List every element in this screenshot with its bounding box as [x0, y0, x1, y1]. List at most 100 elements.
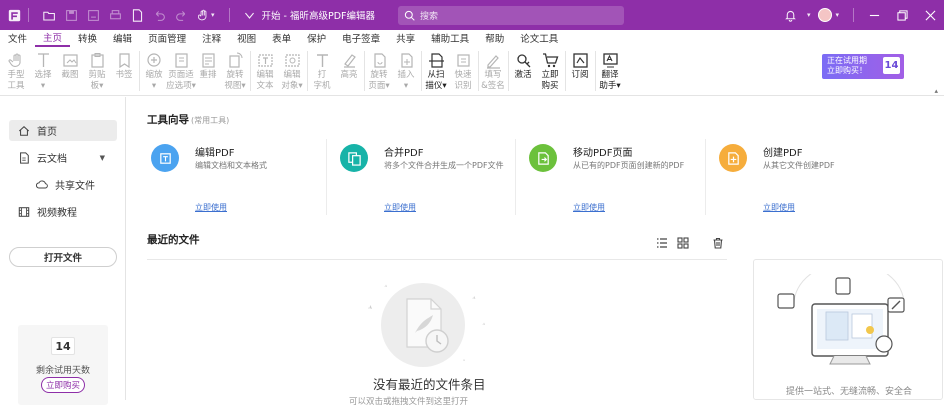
ribbon-button-label: 编辑 对象▾ — [281, 70, 303, 91]
account-caret[interactable]: ▾ — [835, 11, 839, 19]
ribbon-button[interactable]: 旋转 视图▾ — [222, 47, 248, 95]
redo-icon[interactable] — [173, 7, 189, 23]
sidebar-item-label: 首页 — [37, 127, 57, 138]
use-now-link[interactable]: 立即使用 — [195, 202, 227, 213]
bell-icon[interactable] — [783, 7, 799, 23]
menu-item[interactable]: 编辑 — [105, 31, 140, 47]
menu-item[interactable]: 视图 — [229, 31, 264, 47]
ribbon-button[interactable]: 填写 &签名 — [480, 47, 506, 95]
edit-object-icon — [282, 51, 302, 69]
list-view-icon[interactable] — [655, 236, 669, 250]
close-button[interactable] — [916, 0, 944, 30]
menu-item[interactable]: 论文工具 — [512, 31, 566, 47]
fit-page-icon — [171, 51, 191, 69]
open-file-button[interactable]: 打开文件 — [9, 247, 117, 267]
ribbon-button-label: 旋转 视图▾ — [224, 70, 246, 91]
menu-item[interactable]: 页面管理 — [140, 31, 194, 47]
expand-caret-icon[interactable]: ▼ — [100, 154, 105, 162]
sidebar-item-video-tutorials[interactable]: 视频教程 — [9, 201, 117, 222]
sidebar-item-cloud-docs[interactable]: 云文档 ▼ — [9, 147, 117, 168]
tool-card[interactable]: 创建PDF 从其它文件创建PDF 立即使用 — [715, 142, 895, 217]
minimize-button[interactable] — [860, 0, 888, 30]
tool-card[interactable]: 编辑PDF 编辑文档和文本格式 立即使用 — [147, 142, 327, 217]
quick-access-icon[interactable] — [242, 7, 258, 23]
new-doc-icon[interactable] — [129, 7, 145, 23]
subscribe-icon — [570, 51, 590, 69]
use-now-link[interactable]: 立即使用 — [573, 202, 605, 213]
ribbon-button[interactable]: 插入 ▾ — [393, 47, 419, 95]
ribbon-collapse-icon[interactable]: ▴ — [934, 87, 938, 95]
grid-view-icon[interactable] — [676, 236, 690, 250]
tool-title: 移动PDF页面 — [573, 148, 633, 159]
menu-item[interactable]: 帮助 — [477, 31, 512, 47]
edit-text-icon — [255, 51, 275, 69]
menu-item[interactable]: 转换 — [70, 31, 105, 47]
menu-item[interactable]: 保护 — [299, 31, 334, 47]
tool-description: 编辑文档和文本格式 — [195, 161, 267, 170]
use-now-link[interactable]: 立即使用 — [763, 202, 795, 213]
ribbon-button[interactable]: 选择 ▾ — [30, 47, 56, 95]
restore-icon — [896, 9, 908, 21]
home-content: 工具向导 (常用工具) 编辑PDF 编辑文档和文本格式 立即使用 合并PDF 将多个文件合… — [127, 97, 944, 407]
divider — [364, 51, 365, 91]
menu-item[interactable]: 辅助工具 — [423, 31, 477, 47]
ribbon-button[interactable]: 重排 — [195, 47, 221, 95]
ribbon-button[interactable]: 手型 工具 — [3, 47, 29, 95]
trash-icon[interactable] — [711, 236, 725, 250]
ribbon-button-label: 激活 — [514, 70, 532, 80]
ribbon-button[interactable]: 打 字机 — [309, 47, 335, 95]
undo-icon[interactable] — [151, 7, 167, 23]
ribbon-button[interactable]: 翻译 助手▾ — [597, 47, 623, 95]
hand-tool-caret[interactable]: ▾ — [211, 11, 215, 19]
ribbon-button[interactable]: 从扫 描仪▾ — [423, 47, 449, 95]
menu-item[interactable]: 共享 — [388, 31, 423, 47]
empty-state-subtitle: 可以双击或拖拽文件到这里打开 — [349, 397, 469, 407]
menu-item[interactable]: 电子签章 — [334, 31, 388, 47]
menu-item[interactable]: 注释 — [194, 31, 229, 47]
sidebar-item-shared-files[interactable]: 共享文件 — [9, 174, 117, 195]
ribbon-button[interactable]: 激活 — [510, 47, 536, 95]
reflow-icon — [198, 51, 218, 69]
ribbon-button[interactable]: 立即 购买 — [537, 47, 563, 95]
empty-folder-illustration — [368, 283, 485, 367]
restore-button[interactable] — [888, 0, 916, 30]
search-input[interactable]: 搜索 — [398, 6, 624, 25]
avatar[interactable] — [818, 8, 833, 22]
menu-item[interactable]: 文件 — [0, 31, 35, 47]
cloud-doc-icon — [17, 151, 31, 165]
ribbon-button[interactable]: 快速 识别 — [450, 47, 476, 95]
ribbon-button[interactable]: 书签 — [111, 47, 137, 95]
divider — [28, 8, 29, 22]
tool-card[interactable]: 合并PDF 将多个文件合并生成一个PDF文件 立即使用 — [336, 142, 516, 217]
use-now-link[interactable]: 立即使用 — [384, 202, 416, 213]
ribbon-button[interactable]: 编辑 文本 — [252, 47, 278, 95]
ribbon-button[interactable]: 缩放 ▾ — [141, 47, 167, 95]
tool-card[interactable]: 移动PDF页面 从已有的PDF页面创建新的PDF 立即使用 — [525, 142, 705, 217]
ribbon-button-label: 编辑 文本 — [256, 70, 274, 91]
ribbon-button[interactable]: 剪贴 板▾ — [84, 47, 110, 95]
ribbon-button-label: 快速 识别 — [454, 70, 472, 91]
ribbon-button[interactable]: 订阅 — [567, 47, 593, 95]
print-icon[interactable] — [107, 7, 123, 23]
hand-tool-icon[interactable] — [195, 7, 211, 23]
ribbon-button[interactable]: 高亮 — [336, 47, 362, 95]
save-icon[interactable] — [63, 7, 79, 23]
ribbon-button[interactable]: 页面适 应选项▾ — [166, 47, 196, 95]
trial-promo-button[interactable]: 正在试用期 立即购买！ 14 — [822, 54, 904, 79]
scanner-icon — [426, 51, 446, 69]
sidebar-item-home[interactable]: 首页 — [9, 120, 117, 141]
buy-now-button[interactable]: 立即购买 — [41, 377, 85, 393]
ribbon-button-label: 翻译 助手▾ — [599, 70, 621, 91]
ribbon-button[interactable]: 旋转 页面▾ — [366, 47, 392, 95]
menu-item[interactable]: 主页 — [35, 30, 71, 47]
ribbon-button[interactable]: 截图 — [57, 47, 83, 95]
save-as-icon[interactable] — [85, 7, 101, 23]
ribbon-button[interactable]: 编辑 对象▾ — [279, 47, 305, 95]
menu-item[interactable]: 表单 — [264, 31, 299, 47]
divider — [705, 139, 706, 215]
notification-caret[interactable]: ▾ — [807, 11, 811, 19]
open-folder-icon[interactable] — [41, 7, 57, 23]
tools-title: 工具向导 — [147, 114, 189, 126]
sidebar-item-label: 视频教程 — [37, 208, 77, 219]
promo-panel-text: 提供一站式、无缝流畅、安全合 — [785, 387, 912, 397]
